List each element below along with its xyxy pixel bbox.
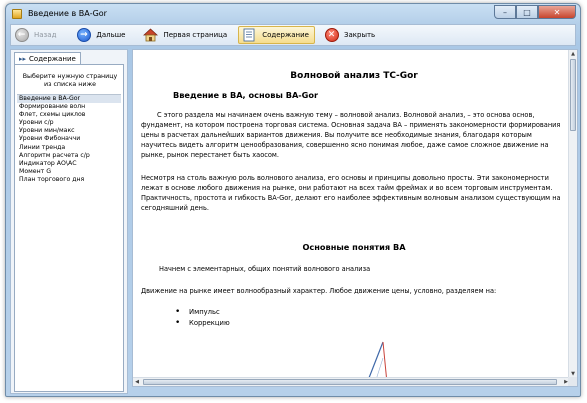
contents-tab-icon: ▸▸ [19,54,27,63]
toc-item[interactable]: Формирование волн [17,103,121,111]
contents-panel: Выберите нужную страницу из списка ниже … [14,64,124,392]
list-item: Коррекцию [175,318,230,329]
list-item: Импульс [175,307,230,318]
scroll-up-icon[interactable]: ▲ [569,50,577,58]
help-window: Введение в ВА-Gor – □ ✕ ← Назад → Дальше… [5,3,581,397]
paragraph: С этого раздела мы начинаем очень важную… [141,111,561,159]
window-title: Введение в ВА-Gor [28,9,107,18]
close-icon: ✕ [324,28,339,43]
back-button[interactable]: ← Назад [11,25,61,45]
home-button[interactable]: Первая страница [140,25,232,45]
section-heading-basics: Основные понятия ВА [302,242,406,252]
vertical-scroll-thumb[interactable] [570,59,576,131]
contents-icon [242,28,257,43]
title-bar[interactable]: Введение в ВА-Gor – □ ✕ [6,4,580,24]
close-window-button[interactable]: ✕ [538,5,576,19]
horizontal-scroll-thumb[interactable] [143,379,557,385]
paragraph: Несмотря на столь важную роль волнового … [141,174,561,212]
window-controls: – □ ✕ [494,5,576,20]
paragraph: Движение на рынке имеет волнообразный ха… [141,287,497,295]
contents-button-label: Содержание [262,31,309,39]
page-title: Волновой анализ ТС-Gor [290,71,418,81]
home-button-label: Первая страница [163,31,228,39]
horizontal-scrollbar[interactable]: ◀ ▶ [133,377,570,386]
toc-item[interactable]: Линии тренда [17,144,121,152]
minimize-button[interactable]: – [494,5,516,19]
vertical-scrollbar[interactable]: ▲ ▼ [568,50,577,378]
maximize-button[interactable]: □ [516,5,538,19]
close-button[interactable]: ✕ Закрыть [321,25,380,45]
toc-item[interactable]: Уровни с/р [17,119,121,127]
toc-item[interactable]: Уровни Фибоначчи [17,135,121,143]
contents-list: Введение в ВА-Gor Формирование волн Флет, … [17,94,121,184]
back-button-label: Назад [34,31,57,39]
content-pane: Волновой анализ ТС-Gor Введение в ВА, ос… [132,49,578,387]
back-arrow-icon: ← [14,28,29,43]
toc-item[interactable]: Уровни мин/макс [17,127,121,135]
toc-item[interactable]: Индикатор АО\АС [17,160,121,168]
tab-contents-label: Содержание [29,54,76,63]
toc-item[interactable]: Алгоритм расчета с/р [17,152,121,160]
close-button-label: Закрыть [344,31,376,39]
toc-item[interactable]: Флет, схемы циклов [17,111,121,119]
forward-button[interactable]: → Дальше [73,25,130,45]
paragraph: Начнем с элементарных, общих понятий вол… [159,265,371,273]
forward-arrow-icon: → [76,28,91,43]
help-book-icon [12,9,22,19]
home-icon [143,28,159,43]
navigation-pane: ▸▸ Содержание Выберите нужную страницу и… [10,49,128,394]
contents-hint: Выберите нужную страницу из списка ниже [22,73,118,88]
contents-button[interactable]: Содержание [238,26,315,44]
concept-list: Импульс Коррекцию [175,307,230,328]
scroll-corner [568,377,577,386]
toc-item[interactable]: Момент G [17,168,121,176]
scroll-left-icon[interactable]: ◀ [133,378,141,386]
toc-item[interactable]: План торгового дня [17,176,121,184]
toc-item[interactable]: Введение в ВА-Gor [17,95,121,104]
tab-contents[interactable]: ▸▸ Содержание [14,52,81,64]
toolbar: ← Назад → Дальше Первая страница Содержа… [10,24,576,46]
section-heading-intro: Введение в ВА, основы ВА-Gor [173,90,319,100]
forward-button-label: Дальше [96,31,126,39]
